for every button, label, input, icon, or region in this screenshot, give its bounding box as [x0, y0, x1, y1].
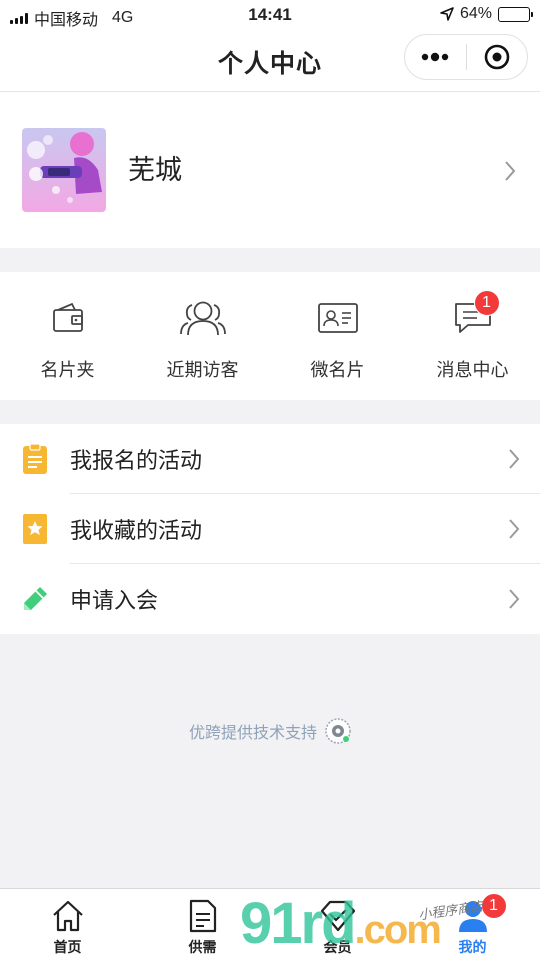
quick-action-label: 名片夹 [40, 360, 95, 380]
menu-item-label: 我收藏的活动 [70, 518, 203, 543]
tab-label: 首页 [53, 939, 82, 955]
tab-members[interactable]: 会员 [270, 889, 405, 960]
battery-percent: 64% [459, 5, 492, 22]
quick-action-card-holder[interactable]: 名片夹 [0, 272, 135, 400]
status-bar: 中国移动 4G 14:41 64% [0, 0, 540, 30]
tab-home[interactable]: 首页 [0, 889, 135, 960]
person-icon: 1 [457, 893, 507, 935]
tab-mine[interactable]: 1 我的 [405, 889, 540, 960]
menu-item-label: 我报名的活动 [70, 448, 203, 473]
quick-action-label: 微名片 [310, 360, 365, 380]
chevron-right-icon [509, 449, 520, 469]
menu-list: 我报名的活动 我收藏的活动 申请入会 [0, 424, 540, 634]
quick-action-recent-visitors[interactable]: 近期访客 [135, 272, 270, 400]
more-dots-icon [422, 52, 449, 62]
home-icon [51, 897, 85, 935]
tab-mine-badge: 1 [480, 893, 507, 919]
chevron-right-icon [509, 519, 520, 539]
message-icon: 1 [454, 290, 500, 338]
document-icon [189, 897, 217, 935]
chevron-right-icon [505, 161, 516, 181]
support-text: 优跨提供技术支持 [188, 725, 317, 742]
miniprogram-code-icon [325, 718, 351, 744]
profile-card[interactable]: 芜城 [0, 92, 540, 248]
status-right: 64% [440, 5, 533, 23]
profile-name: 芜城 [128, 155, 182, 185]
star-bookmark-icon [0, 513, 70, 545]
location-arrow-icon [440, 7, 454, 21]
menu-item-apply-membership[interactable]: 申请入会 [0, 564, 540, 634]
tab-bar: 首页 供需 会员 1 我的 [0, 888, 540, 960]
miniprogram-capsule [404, 34, 528, 80]
diamond-icon [320, 897, 356, 935]
pencil-icon [0, 584, 70, 614]
quick-action-label: 消息中心 [436, 360, 509, 380]
id-card-icon [317, 298, 358, 338]
visitors-icon [179, 298, 227, 338]
target-icon [484, 44, 510, 70]
avatar [22, 128, 106, 212]
quick-action-message-center[interactable]: 1 消息中心 [405, 272, 540, 400]
close-miniprogram-button[interactable] [467, 35, 528, 79]
tab-label: 供需 [188, 939, 217, 955]
quick-action-label: 近期访客 [166, 360, 239, 380]
message-badge: 1 [473, 290, 500, 316]
clipboard-icon [0, 443, 70, 475]
chevron-right-icon [509, 589, 520, 609]
tech-support-footer[interactable]: 优跨提供技术支持 [0, 718, 540, 744]
tab-label: 会员 [323, 939, 352, 955]
tab-supply-demand[interactable]: 供需 [135, 889, 270, 960]
menu-item-registered-activities[interactable]: 我报名的活动 [0, 424, 540, 494]
quick-action-micro-card[interactable]: 微名片 [270, 272, 405, 400]
wallet-icon [52, 298, 84, 338]
more-button[interactable] [405, 35, 466, 79]
battery-icon [498, 6, 533, 22]
menu-item-label: 申请入会 [70, 588, 159, 613]
nav-bar: 个人中心 [0, 30, 540, 92]
menu-item-favorite-activities[interactable]: 我收藏的活动 [0, 494, 540, 564]
tab-label: 我的 [458, 939, 487, 955]
quick-actions: 名片夹 近期访客 微名片 1 消息中心 [0, 272, 540, 400]
